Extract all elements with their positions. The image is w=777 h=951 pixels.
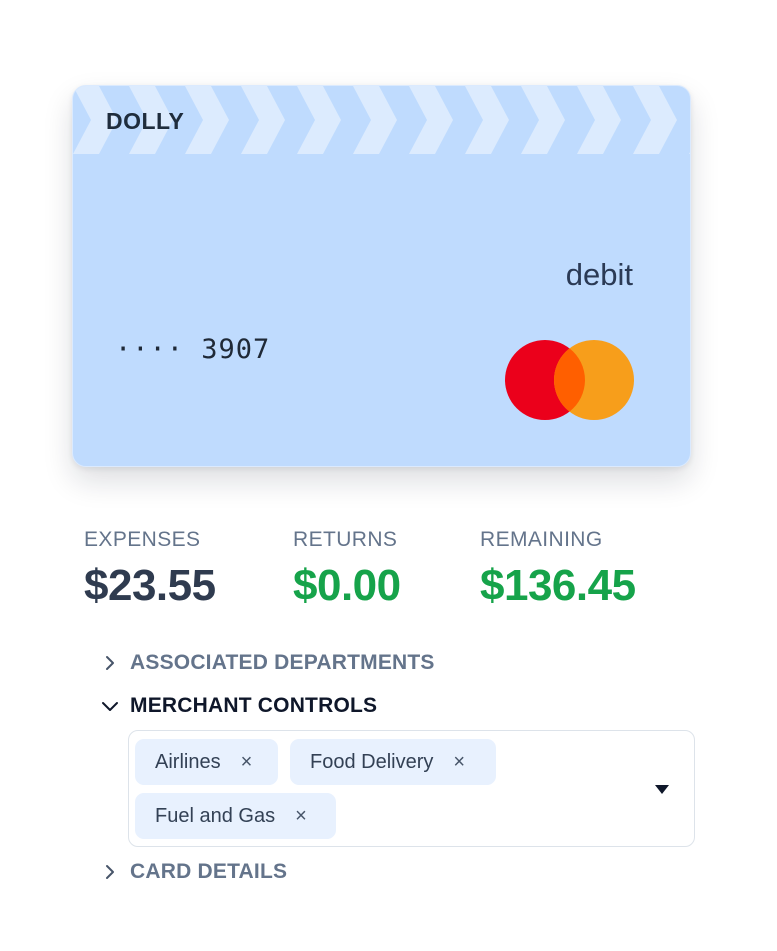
remaining-value: $136.45 [480, 561, 636, 610]
card-stripe [185, 120, 229, 154]
mastercard-logo [505, 340, 634, 420]
card-stripe [353, 86, 397, 120]
card-stripe [521, 120, 565, 154]
card-stripe [633, 86, 677, 120]
card-stripe [689, 86, 690, 88]
merchant-category-select[interactable]: Airlines × Food Delivery × Fuel and Gas … [128, 730, 695, 847]
tag-label: Food Delivery [310, 750, 434, 773]
merchant-controls-label: MERCHANT CONTROLS [130, 694, 378, 717]
remaining-label: REMAINING [480, 528, 603, 551]
card-stripe [577, 120, 621, 154]
card-stripe [465, 120, 509, 154]
card-stripe [241, 86, 285, 120]
card-stripe [297, 86, 341, 120]
remove-tag-icon[interactable]: × [295, 805, 307, 828]
card-stripe [185, 86, 229, 120]
card-preview: DOLLY debit ···· 3907 [72, 85, 691, 467]
caret-down-icon[interactable] [654, 784, 670, 795]
card-stripe [409, 86, 453, 120]
chevron-down-icon [102, 702, 118, 711]
card-details-label: CARD DETAILS [130, 860, 288, 883]
associated-departments-label: ASSOCIATED DEPARTMENTS [130, 651, 435, 674]
card-brand-name: DOLLY [106, 108, 185, 134]
card-details-toggle[interactable]: CARD DETAILS [100, 860, 287, 884]
card-stripe [353, 120, 397, 154]
merchant-tag: Airlines × [135, 739, 278, 785]
returns-label: RETURNS [293, 528, 398, 551]
associated-departments-toggle[interactable]: ASSOCIATED DEPARTMENTS [100, 651, 435, 675]
expenses-label: EXPENSES [84, 528, 201, 551]
card-stripe [297, 120, 341, 154]
card-stripe [633, 120, 677, 154]
remove-tag-icon[interactable]: × [241, 751, 253, 774]
card-stripe [465, 86, 509, 120]
returns-value: $0.00 [293, 561, 401, 610]
card-stripe [521, 86, 565, 120]
tag-label: Airlines [155, 750, 221, 773]
chevron-right-icon [106, 656, 114, 670]
card-stripe [241, 120, 285, 154]
merchant-controls-toggle[interactable]: MERCHANT CONTROLS [100, 694, 377, 718]
stat-expenses: EXPENSES $23.55 [84, 528, 216, 611]
card-type-label: debit [565, 257, 633, 292]
chevron-right-icon [106, 865, 114, 879]
card-number-masked: ···· 3907 [115, 334, 271, 365]
expenses-value: $23.55 [84, 561, 216, 610]
card-stripe [577, 86, 621, 120]
card-stripe [689, 152, 690, 154]
merchant-tag: Food Delivery × [290, 739, 496, 785]
card-stripe [409, 120, 453, 154]
merchant-tag: Fuel and Gas × [135, 793, 336, 839]
stat-remaining: REMAINING $136.45 [480, 528, 636, 611]
remove-tag-icon[interactable]: × [453, 751, 465, 774]
stat-returns: RETURNS $0.00 [293, 528, 401, 611]
tag-label: Fuel and Gas [155, 804, 276, 827]
